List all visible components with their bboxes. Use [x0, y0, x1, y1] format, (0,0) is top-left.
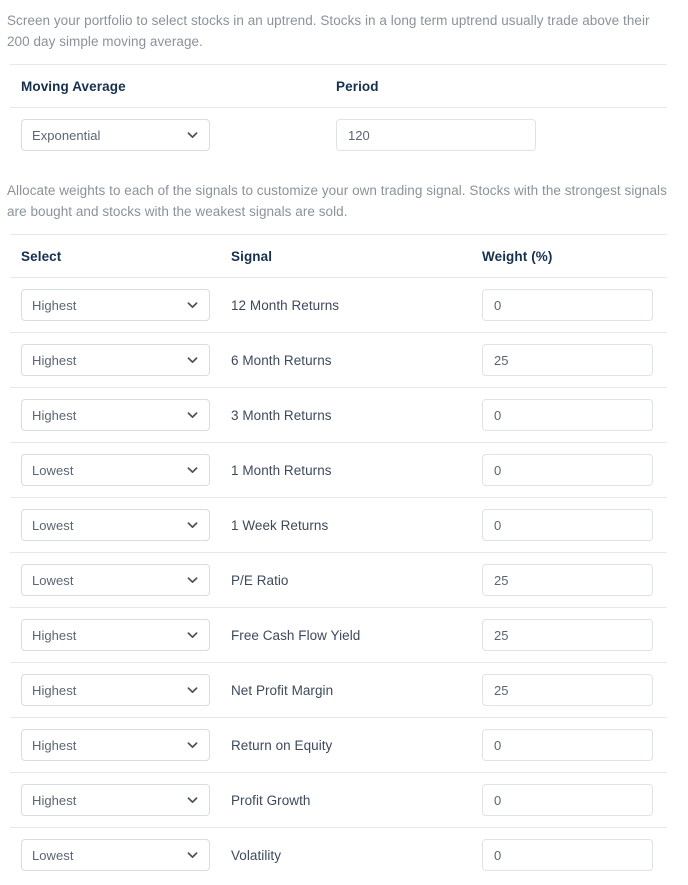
intro-paragraph-moving-average: Screen your portfolio to select stocks i…	[7, 13, 650, 49]
signal-direction-value: Highest	[32, 737, 77, 753]
signal-direction-select[interactable]: Highest	[21, 784, 210, 816]
intro-paragraph-signals: Allocate weights to each of the signals …	[7, 183, 667, 219]
signal-direction-value: Highest	[32, 792, 77, 808]
header-select: Select	[21, 248, 62, 264]
signal-row: Lowest P/E Ratio 25	[0, 553, 688, 607]
header-period: Period	[336, 78, 379, 94]
signal-row: Highest Profit Growth 0	[0, 773, 688, 827]
signal-weight-input[interactable]: 0	[482, 839, 653, 871]
moving-average-select-value: Exponential	[32, 127, 101, 143]
signal-weight-input[interactable]: 0	[482, 509, 653, 541]
signal-row: Lowest Volatility 0	[0, 828, 688, 882]
signal-select-wrapper: Highest	[21, 674, 231, 706]
chevron-down-icon	[187, 520, 198, 531]
signal-direction-select[interactable]: Lowest	[21, 564, 210, 596]
signals-header-row: Select Signal Weight (%)	[0, 235, 688, 277]
signal-direction-value: Highest	[32, 627, 77, 643]
chevron-down-icon	[187, 300, 198, 311]
signal-select-wrapper: Lowest	[21, 509, 231, 541]
signal-row: Highest Free Cash Flow Yield 25	[0, 608, 688, 662]
moving-average-header-row: Moving Average Period	[0, 65, 688, 107]
signal-row: Lowest 1 Week Returns 0	[0, 498, 688, 552]
signal-weight-input[interactable]: 25	[482, 674, 653, 706]
signal-name-label: 3 Month Returns	[231, 407, 332, 423]
chevron-down-icon	[187, 630, 198, 641]
moving-average-select[interactable]: Exponential	[21, 119, 210, 151]
signal-rows-container: Highest 12 Month Returns 0 Highest 6 Month R…	[0, 278, 688, 882]
signal-direction-value: Lowest	[32, 462, 74, 478]
signal-row: Highest Net Profit Margin 25	[0, 663, 688, 717]
header-weight: Weight (%)	[482, 248, 553, 264]
signal-direction-value: Lowest	[32, 847, 74, 863]
header-signal: Signal	[231, 248, 273, 264]
signal-select-wrapper: Highest	[21, 729, 231, 761]
signal-select-wrapper: Highest	[21, 399, 231, 431]
chevron-down-icon	[187, 685, 198, 696]
chevron-down-icon	[187, 575, 198, 586]
signal-name-label: 1 Month Returns	[231, 462, 332, 478]
signal-direction-select[interactable]: Lowest	[21, 454, 210, 486]
signal-direction-select[interactable]: Lowest	[21, 509, 210, 541]
signal-weight-input[interactable]: 0	[482, 729, 653, 761]
signal-direction-value: Highest	[32, 682, 77, 698]
signal-name-label: 1 Week Returns	[231, 517, 329, 533]
signal-weight-input[interactable]: 0	[482, 784, 653, 816]
signal-weight-input[interactable]: 25	[482, 619, 653, 651]
signal-name-label: 6 Month Returns	[231, 352, 332, 368]
signal-weight-input[interactable]: 0	[482, 399, 653, 431]
signal-select-wrapper: Highest	[21, 619, 231, 651]
signal-row: Highest 6 Month Returns 25	[0, 333, 688, 387]
chevron-down-icon	[187, 850, 198, 861]
signal-direction-select[interactable]: Highest	[21, 729, 210, 761]
signal-name-label: P/E Ratio	[231, 572, 289, 588]
header-moving-average: Moving Average	[21, 78, 126, 94]
signal-direction-select[interactable]: Lowest	[21, 839, 210, 871]
stock-screener-panel: Screen your portfolio to select stocks i…	[0, 0, 688, 885]
chevron-down-icon	[187, 130, 198, 141]
signal-name-label: Free Cash Flow Yield	[231, 627, 361, 643]
signal-direction-select[interactable]: Highest	[21, 289, 210, 321]
signal-direction-value: Highest	[32, 352, 77, 368]
signal-select-wrapper: Highest	[21, 784, 231, 816]
signal-weight-input[interactable]: 25	[482, 564, 653, 596]
signal-row: Lowest 1 Month Returns 0	[0, 443, 688, 497]
moving-average-select-wrapper: Exponential	[21, 119, 336, 151]
signal-direction-value: Highest	[32, 407, 77, 423]
period-input[interactable]: 120	[336, 119, 536, 151]
signal-select-wrapper: Lowest	[21, 564, 231, 596]
signal-select-wrapper: Lowest	[21, 454, 231, 486]
signal-weight-input[interactable]: 0	[482, 454, 653, 486]
signal-row: Highest 3 Month Returns 0	[0, 388, 688, 442]
moving-average-control-row: Exponential 120	[0, 108, 688, 162]
chevron-down-icon	[187, 410, 198, 421]
signal-direction-value: Lowest	[32, 572, 74, 588]
chevron-down-icon	[187, 465, 198, 476]
signal-name-label: Profit Growth	[231, 792, 311, 808]
signal-name-label: Net Profit Margin	[231, 682, 334, 698]
signal-row: Highest 12 Month Returns 0	[0, 278, 688, 332]
signal-name-label: Volatility	[231, 847, 282, 863]
signal-weight-input[interactable]: 0	[482, 289, 653, 321]
signal-row: Highest Return on Equity 0	[0, 718, 688, 772]
signal-select-wrapper: Highest	[21, 289, 231, 321]
signal-select-wrapper: Highest	[21, 344, 231, 376]
chevron-down-icon	[187, 795, 198, 806]
signal-direction-select[interactable]: Highest	[21, 344, 210, 376]
signal-direction-value: Lowest	[32, 517, 74, 533]
signal-direction-value: Highest	[32, 297, 77, 313]
signal-select-wrapper: Lowest	[21, 839, 231, 871]
signal-direction-select[interactable]: Highest	[21, 619, 210, 651]
chevron-down-icon	[187, 740, 198, 751]
signal-weight-input[interactable]: 25	[482, 344, 653, 376]
signal-direction-select[interactable]: Highest	[21, 399, 210, 431]
signal-direction-select[interactable]: Highest	[21, 674, 210, 706]
signal-name-label: 12 Month Returns	[231, 297, 340, 313]
chevron-down-icon	[187, 355, 198, 366]
signal-name-label: Return on Equity	[231, 737, 333, 753]
